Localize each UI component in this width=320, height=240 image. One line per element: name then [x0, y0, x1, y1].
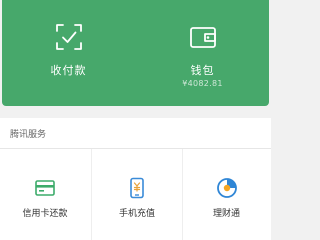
credit-card-repayment-button[interactable]: 信用卡还款 — [0, 149, 90, 240]
collect-pay-label: 收付款 — [50, 64, 87, 77]
services-grid: 信用卡还款 手机充值 理财通 — [0, 149, 271, 240]
phone-topup-button[interactable]: 手机充值 — [91, 149, 183, 240]
collect-pay-button[interactable]: 收付款 — [2, 0, 135, 106]
wallet-button[interactable]: 钱包 ¥4082.81 — [136, 0, 269, 106]
wallet-label: 钱包 — [190, 64, 215, 77]
qr-scan-icon — [55, 24, 82, 50]
credit-card-icon — [35, 180, 55, 196]
wealth-management-button[interactable]: 理财通 — [182, 149, 271, 240]
wealth-management-label: 理财通 — [212, 209, 240, 219]
wallet-icon — [189, 27, 216, 48]
wallet-balance: ¥4082.81 — [182, 79, 223, 88]
phone-topup-label: 手机充值 — [118, 209, 155, 219]
credit-card-label: 信用卡还款 — [22, 209, 68, 219]
top-green-panel: 收付款 钱包 ¥4082.81 — [2, 0, 269, 106]
phone-icon — [130, 177, 144, 199]
tencent-services-header: 腾讯服务 — [0, 118, 271, 149]
section-title: 腾讯服务 — [10, 130, 47, 140]
wealth-icon — [216, 178, 237, 198]
